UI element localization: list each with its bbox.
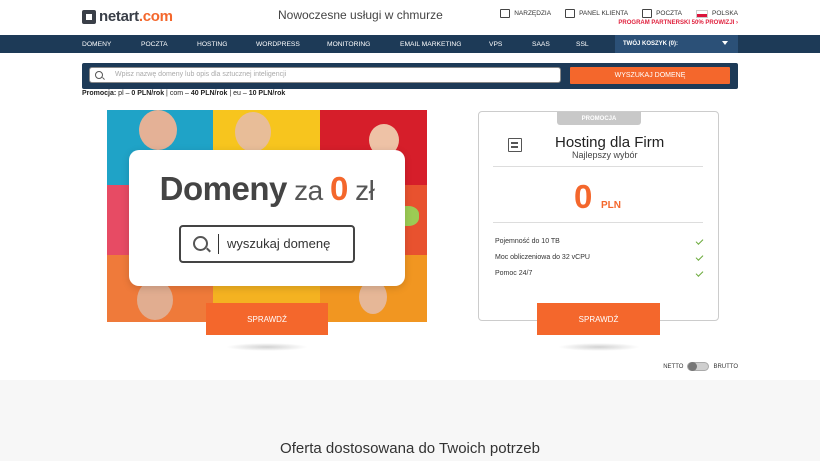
check-icon bbox=[695, 269, 704, 277]
domain-promo-card: Domeny za 0 zł wyszukaj domenę bbox=[129, 150, 405, 286]
check-icon bbox=[695, 237, 704, 245]
server-icon bbox=[508, 138, 522, 152]
hosting-price: 0 bbox=[574, 178, 593, 215]
divider bbox=[493, 222, 703, 223]
hosting-title: Hosting dla Firm bbox=[555, 134, 665, 151]
chevron-down-icon bbox=[722, 41, 728, 45]
hosting-check-button[interactable]: SPRAWDŹ bbox=[537, 303, 660, 335]
price-toggle: NETTO BRUTTO bbox=[663, 362, 738, 371]
search-domain-button[interactable]: WYSZUKAJ DOMENĘ bbox=[570, 67, 730, 84]
cart-label: TWÓJ KOSZYK (0): bbox=[623, 41, 678, 47]
domain-promo-title: Domeny za 0 zł bbox=[159, 170, 375, 207]
check-icon bbox=[695, 253, 704, 261]
brutto-label: BRUTTO bbox=[713, 363, 738, 370]
cart-dropdown[interactable]: TWÓJ KOSZYK (0): bbox=[615, 35, 738, 53]
hosting-subtitle: Najlepszy wybór bbox=[572, 150, 638, 160]
feature-item: Pojemność do 10 TB bbox=[495, 238, 560, 245]
user-icon bbox=[565, 9, 576, 18]
tools-icon bbox=[500, 9, 511, 18]
feature-item: Moc obliczeniowa do 32 vCPU bbox=[495, 254, 590, 261]
search-placeholder: Wpisz nazwę domeny lub opis dla sztuczne… bbox=[115, 71, 287, 78]
netto-label: NETTO bbox=[663, 363, 684, 370]
nav-item-vps[interactable]: VPS bbox=[489, 41, 532, 48]
hosting-offer-card: PROMOCJA Hosting dla Firm Najlepszy wybó… bbox=[478, 111, 719, 321]
domain-search-bar: Wpisz nazwę domeny lub opis dla sztuczne… bbox=[82, 63, 738, 89]
search-icon bbox=[193, 236, 208, 251]
toggle-knob bbox=[688, 362, 698, 371]
client-panel-link[interactable]: PANEL KLIENTA bbox=[565, 9, 628, 18]
search-icon bbox=[95, 71, 103, 79]
nav-item-wordpress[interactable]: WORDPRESS bbox=[256, 41, 327, 48]
logo-icon bbox=[82, 9, 96, 24]
flag-poland-icon bbox=[695, 9, 708, 18]
button-shadow bbox=[226, 343, 308, 351]
offer-section-title: Oferta dostosowana do Twoich potrzeb bbox=[280, 440, 540, 457]
promo-line: Promocja: pl – 0 PLN/rok | com – 40 PLN/… bbox=[82, 90, 286, 97]
banner-search-text: wyszukaj domenę bbox=[227, 236, 331, 251]
nav-item-poczta[interactable]: POCZTA bbox=[141, 41, 197, 48]
nav-item-email-marketing[interactable]: EMAIL MARKETING bbox=[400, 41, 489, 48]
language-selector[interactable]: POLSKA bbox=[695, 9, 738, 18]
mail-link[interactable]: POCZTA bbox=[642, 9, 682, 18]
nav-item-ssl[interactable]: SSL bbox=[576, 41, 606, 48]
text-cursor bbox=[218, 234, 219, 254]
domain-search-input[interactable]: Wpisz nazwę domeny lub opis dla sztuczne… bbox=[89, 67, 561, 83]
nav-item-monitoring[interactable]: MONITORING bbox=[327, 41, 400, 48]
logo-text: netart.com bbox=[99, 8, 173, 25]
nav-item-saas[interactable]: SaaS bbox=[532, 41, 576, 48]
banner-domain-search[interactable]: wyszukaj domenę bbox=[179, 225, 355, 263]
tools-link[interactable]: NARZĘDZIA bbox=[500, 9, 551, 18]
nav-item-hosting[interactable]: HOSTING bbox=[197, 41, 256, 48]
banner-check-button[interactable]: SPRAWDŹ bbox=[206, 303, 328, 335]
promo-badge: PROMOCJA bbox=[557, 112, 641, 125]
button-shadow bbox=[558, 343, 640, 351]
partner-program-link[interactable]: PROGRAM PARTNERSKI 50% PROWIZJI › bbox=[618, 20, 738, 26]
mail-icon bbox=[642, 9, 653, 18]
nav-item-domeny[interactable]: DOMENY bbox=[82, 41, 141, 48]
divider bbox=[493, 166, 703, 167]
feature-item: Pomoc 24/7 bbox=[495, 270, 533, 277]
hosting-currency: PLN bbox=[601, 200, 621, 211]
main-nav: DOMENY POCZTA HOSTING WORDPRESS MONITORI… bbox=[0, 35, 820, 53]
tagline: Nowoczesne usługi w chmurze bbox=[278, 8, 443, 22]
top-links: NARZĘDZIA PANEL KLIENTA POCZTA POLSKA bbox=[500, 9, 738, 18]
netart-logo[interactable]: netart.com bbox=[82, 8, 173, 25]
netto-brutto-switch[interactable] bbox=[687, 362, 710, 371]
